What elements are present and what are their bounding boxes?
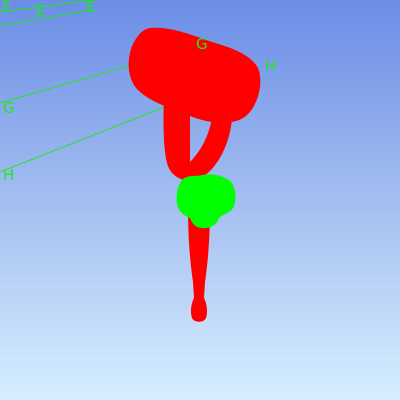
model-head[interactable] [128, 27, 261, 123]
scene-canvas[interactable]: E E E G H G H [0, 0, 400, 400]
dimension-line-e-lower [0, 9, 93, 27]
label-e-mid: E [36, 2, 45, 20]
label-e-right: E [86, 0, 95, 16]
model-red[interactable] [128, 27, 261, 322]
model-highlight-green[interactable] [176, 174, 236, 229]
label-g-left: G [3, 99, 15, 117]
label-h-right: H [265, 57, 276, 75]
dimension-line-g [0, 65, 129, 104]
label-h-left: H [3, 166, 14, 184]
dimension-line-h [0, 107, 163, 173]
label-e-left: E [2, 0, 11, 16]
label-g-right: G [196, 35, 208, 53]
dimension-line-e-upper [0, 0, 93, 13]
3d-viewport[interactable]: E E E G H G H [0, 0, 400, 400]
